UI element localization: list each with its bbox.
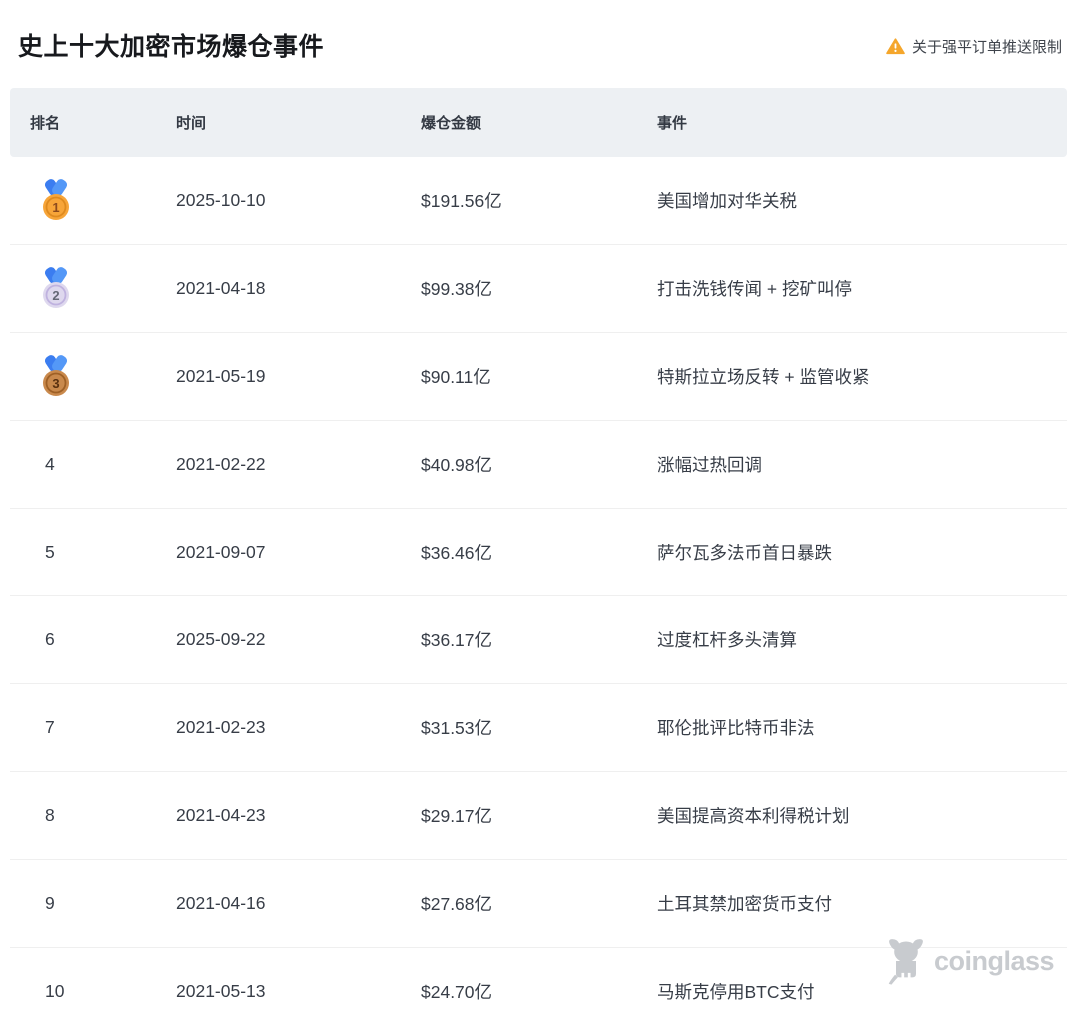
table-row: 1 2025-10-10 $191.56亿 美国增加对华关税	[10, 157, 1067, 245]
rank-cell: 9	[30, 893, 176, 914]
rank-number: 9	[45, 893, 55, 914]
event-amount: $29.17亿	[421, 806, 493, 827]
rank-cell: 8	[30, 805, 176, 826]
event-label: 土耳其禁加密货币支付	[657, 894, 832, 915]
notice-label: 关于强平订单推送限制	[911, 38, 1062, 56]
table-row: 6 2025-09-22 $36.17亿 过度杠杆多头清算	[10, 596, 1067, 685]
rank-cell: 7	[30, 717, 176, 738]
svg-text:1: 1	[52, 200, 59, 215]
event-label: 美国增加对华关税	[657, 190, 797, 211]
event-date: 2025-09-22	[176, 629, 266, 650]
event-amount: $36.46亿	[421, 542, 493, 563]
event-date: 2025-10-10	[176, 189, 266, 210]
rank-medal-icon: 1	[36, 177, 76, 223]
liquidation-push-notice-link[interactable]: 关于强平订单推送限制	[886, 32, 1062, 57]
event-date: 2021-09-07	[176, 541, 266, 562]
rank-medal-icon: 3	[36, 353, 76, 399]
event-label: 过度杠杆多头清算	[657, 630, 797, 651]
rank-number: 10	[45, 981, 65, 1002]
column-header-rank: 排名	[30, 115, 61, 132]
event-date: 2021-02-22	[176, 453, 266, 474]
event-label: 特斯拉立场反转 + 监管收紧	[657, 366, 870, 387]
event-amount: $99.38亿	[421, 278, 493, 299]
table-row: 3 2021-05-19 $90.11亿 特斯拉立场反转 + 监管收紧	[10, 333, 1067, 421]
event-date: 2021-05-13	[176, 981, 266, 1002]
event-date: 2021-05-19	[176, 365, 266, 386]
event-amount: $36.17亿	[421, 630, 493, 651]
event-date: 2021-04-16	[176, 893, 266, 914]
table-header-row: 排名 时间 爆仓金额 事件	[10, 88, 1067, 157]
rank-cell: 6	[30, 629, 176, 650]
column-header-event: 事件	[657, 115, 688, 132]
event-label: 耶伦批评比特币非法	[657, 718, 815, 739]
event-amount: $24.70亿	[421, 982, 493, 1003]
table-body: 1 2025-10-10 $191.56亿 美国增加对华关税 2 2021-04…	[10, 157, 1067, 1036]
table-row: 2 2021-04-18 $99.38亿 打击洗钱传闻 + 挖矿叫停	[10, 245, 1067, 333]
event-amount: $191.56亿	[421, 190, 502, 211]
column-header-amount: 爆仓金额	[421, 115, 482, 132]
table-row: 10 2021-05-13 $24.70亿 马斯克停用BTC支付	[10, 948, 1067, 1036]
table-row: 4 2021-02-22 $40.98亿 涨幅过热回调	[10, 421, 1067, 509]
svg-text:3: 3	[52, 376, 59, 391]
event-amount: $90.11亿	[421, 366, 491, 387]
rank-number: 6	[45, 629, 55, 650]
topbar: 史上十大加密市场爆仓事件 关于强平订单推送限制	[0, 0, 1080, 88]
warning-triangle-icon	[886, 37, 905, 55]
rank-number: 4	[45, 453, 55, 474]
rank-number: 7	[45, 717, 55, 738]
event-amount: $40.98亿	[421, 454, 493, 475]
table-row: 7 2021-02-23 $31.53亿 耶伦批评比特币非法	[10, 684, 1067, 773]
event-label: 萨尔瓦多法币首日暴跌	[657, 542, 832, 563]
event-date: 2021-04-18	[176, 277, 266, 298]
rank-cell: 3	[30, 353, 176, 399]
event-label: 美国提高资本利得税计划	[657, 806, 850, 827]
svg-text:2: 2	[52, 288, 59, 303]
rank-cell: 5	[30, 542, 176, 563]
table-row: 5 2021-09-07 $36.46亿 萨尔瓦多法币首日暴跌	[10, 509, 1067, 597]
rank-number: 5	[45, 541, 55, 562]
event-date: 2021-02-23	[176, 717, 266, 738]
event-amount: $31.53亿	[421, 718, 493, 739]
liquidation-events-page: 史上十大加密市场爆仓事件 关于强平订单推送限制 排名 时间 爆仓金额 事件 1 …	[0, 0, 1080, 1036]
event-label: 打击洗钱传闻 + 挖矿叫停	[657, 278, 852, 299]
event-amount: $27.68亿	[421, 894, 493, 915]
table-row: 9 2021-04-16 $27.68亿 土耳其禁加密货币支付	[10, 860, 1067, 949]
rank-cell: 2	[30, 265, 176, 311]
event-label: 马斯克停用BTC支付	[657, 982, 815, 1003]
rank-cell: 10	[30, 981, 176, 1002]
page-title: 史上十大加密市场爆仓事件	[18, 33, 325, 61]
rank-cell: 1	[30, 177, 176, 223]
event-date: 2021-04-23	[176, 805, 266, 826]
rank-number: 8	[45, 805, 55, 826]
rank-cell: 4	[30, 454, 176, 475]
event-label: 涨幅过热回调	[657, 454, 762, 475]
column-header-time: 时间	[176, 115, 207, 132]
rank-medal-icon: 2	[36, 265, 76, 311]
table-row: 8 2021-04-23 $29.17亿 美国提高资本利得税计划	[10, 772, 1067, 861]
